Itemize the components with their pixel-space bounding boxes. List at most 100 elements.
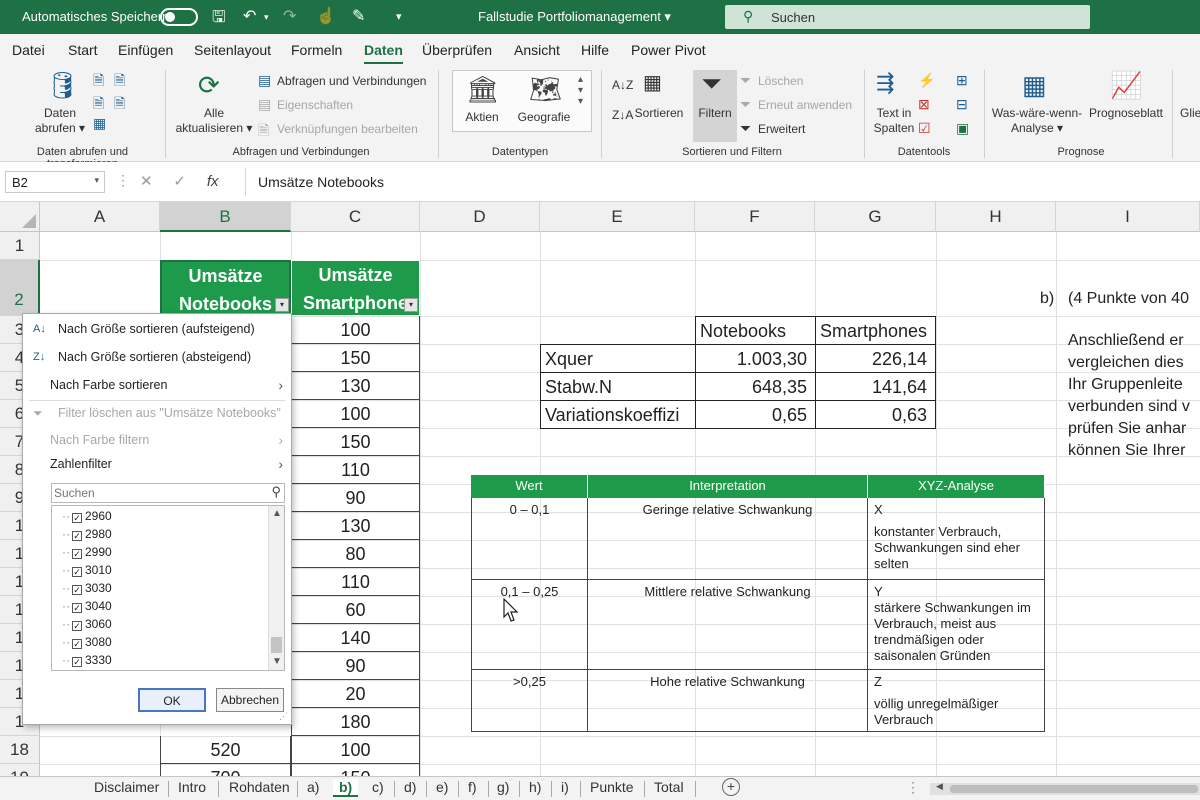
- refresh-all-button[interactable]: Alle aktualisieren ▾: [172, 106, 256, 136]
- geography-button[interactable]: Geografie: [514, 110, 574, 125]
- autosave-toggle[interactable]: [160, 8, 198, 26]
- tab-seitenlayout[interactable]: Seitenlayout: [194, 42, 271, 58]
- cell-value[interactable]: 20: [291, 680, 420, 708]
- formula-input[interactable]: Umsätze Notebooks: [258, 174, 384, 190]
- checkbox-checked-icon[interactable]: ✓: [72, 513, 82, 523]
- cell-value[interactable]: 180: [291, 708, 420, 736]
- get-data-button[interactable]: Daten abrufen ▾: [30, 106, 90, 136]
- stats-value[interactable]: 141,64: [815, 372, 936, 401]
- header-umsaetze-notebooks[interactable]: Umsätze Notebooks: [160, 260, 291, 316]
- ok-button[interactable]: OK: [138, 688, 206, 712]
- scrollbar-thumb[interactable]: [950, 785, 1198, 793]
- document-title[interactable]: Fallstudie Portfoliomanagement ▾: [478, 9, 671, 25]
- cell-value[interactable]: 80: [291, 540, 420, 568]
- checkbox-checked-icon[interactable]: ✓: [72, 639, 82, 649]
- tab-datei[interactable]: Datei: [12, 42, 45, 58]
- checkbox-checked-icon[interactable]: ✓: [72, 567, 82, 577]
- horizontal-scrollbar[interactable]: ◀: [930, 781, 1200, 795]
- column-header-h[interactable]: H: [936, 202, 1056, 232]
- clear-filter-item[interactable]: ⏷ Filter löschen aus "Umsätze Notebooks": [23, 401, 291, 425]
- name-box[interactable]: B2 ▾: [5, 171, 105, 193]
- stats-label-variationskoeffizient[interactable]: Variationskoeffizi: [540, 400, 696, 429]
- customize-toolbar-icon[interactable]: ▾: [396, 10, 402, 23]
- filter-dropdown-notebooks[interactable]: ▾: [275, 298, 289, 312]
- redo-icon[interactable]: ↷: [283, 6, 296, 26]
- tab-ueberpruefen[interactable]: Überprüfen: [422, 42, 492, 58]
- queries-connections-button[interactable]: Abfragen und Verbindungen: [277, 74, 426, 89]
- flash-fill-icon[interactable]: ⚡: [918, 72, 935, 89]
- header-umsaetze-smartphones[interactable]: Umsätze Smartphone: [291, 260, 420, 316]
- sort-descending-item[interactable]: Z↓ Nach Größe sortieren (absteigend): [23, 345, 291, 369]
- advanced-filter-button[interactable]: Erweitert: [758, 122, 805, 137]
- what-if-analysis-button[interactable]: Was-wäre-wenn- Analyse ▾: [990, 106, 1084, 136]
- cell-value[interactable]: 150: [291, 764, 420, 776]
- sort-button[interactable]: Sortieren: [634, 106, 684, 121]
- cell-value[interactable]: 110: [291, 568, 420, 596]
- enter-icon[interactable]: ✓: [173, 173, 186, 190]
- existing-connections-icon[interactable]: ▦: [93, 115, 106, 132]
- stats-value[interactable]: 226,14: [815, 344, 936, 373]
- tab-start[interactable]: Start: [68, 42, 98, 58]
- cell-value[interactable]: 90: [291, 652, 420, 680]
- chevron-down-icon[interactable]: ▼: [272, 656, 282, 667]
- cell-value[interactable]: 100: [291, 400, 420, 428]
- sheet-tab[interactable]: Intro: [178, 779, 206, 795]
- text-to-columns-button[interactable]: Text in Spalten: [868, 106, 920, 136]
- cell-value[interactable]: 520: [160, 736, 291, 764]
- forecast-sheet-button[interactable]: Prognoseblatt: [1086, 106, 1166, 121]
- reapply-button[interactable]: Erneut anwenden: [758, 98, 852, 113]
- tab-ansicht[interactable]: Ansicht: [514, 42, 560, 58]
- column-header-a[interactable]: A: [40, 202, 160, 232]
- list-scrollbar[interactable]: ▲ ▼: [268, 506, 284, 670]
- remove-duplicates-icon[interactable]: ⊠: [918, 96, 930, 113]
- add-sheet-icon[interactable]: +: [722, 778, 740, 796]
- list-item[interactable]: ·· ✓ 2980: [62, 525, 112, 543]
- edit-links-button[interactable]: Verknüpfungen bearbeiten: [277, 122, 418, 137]
- number-filters-item[interactable]: Zahlenfilter ›: [23, 452, 291, 476]
- from-web-icon[interactable]: 🗎: [114, 70, 125, 94]
- column-header-i[interactable]: I: [1056, 202, 1200, 232]
- column-header-d[interactable]: D: [420, 202, 540, 232]
- cell-value[interactable]: 60: [291, 596, 420, 624]
- clear-filter-button[interactable]: Löschen: [758, 74, 803, 89]
- list-item[interactable]: ·· ✓ 3040: [62, 597, 112, 615]
- sheet-tab[interactable]: a): [307, 779, 319, 795]
- sheet-tab[interactable]: g): [497, 779, 509, 795]
- sheet-tab[interactable]: f): [468, 779, 477, 795]
- row-header[interactable]: 1: [0, 232, 40, 260]
- sheet-tab[interactable]: i): [561, 779, 569, 795]
- cell-value[interactable]: 140: [291, 624, 420, 652]
- chevron-left-icon[interactable]: ◀: [936, 781, 943, 792]
- from-table-icon[interactable]: 🗎: [93, 93, 104, 117]
- checkbox-checked-icon[interactable]: ✓: [72, 585, 82, 595]
- stats-header-notebooks[interactable]: Notebooks: [695, 316, 816, 345]
- recent-sources-icon[interactable]: 🗎: [114, 93, 125, 117]
- cell-value[interactable]: 130: [291, 512, 420, 540]
- sheet-tab[interactable]: e): [436, 779, 448, 795]
- tab-einfuegen[interactable]: Einfügen: [118, 42, 173, 58]
- list-item[interactable]: ·· ✓ 3030: [62, 579, 112, 597]
- sheet-tab[interactable]: Disclaimer: [94, 779, 159, 795]
- cell-value[interactable]: 100: [291, 736, 420, 764]
- list-item[interactable]: ·· ✓ 2990: [62, 543, 112, 561]
- from-text-icon[interactable]: 🗎: [93, 70, 104, 94]
- sheet-tab[interactable]: Rohdaten: [229, 779, 290, 795]
- row-header[interactable]: 18: [0, 736, 40, 764]
- list-item[interactable]: ·· ✓ 2960: [62, 507, 112, 525]
- column-header-e[interactable]: E: [540, 202, 695, 232]
- properties-button[interactable]: Eigenschaften: [277, 98, 353, 113]
- tab-formeln[interactable]: Formeln: [291, 42, 342, 58]
- filter-values-list[interactable]: ·· ✓ 2960 ·· ✓ 2980 ·· ✓ 2990 ·· ✓ 3010 ·· ✓ 3030 …: [51, 505, 285, 671]
- sort-ascending-item[interactable]: A↓ Nach Größe sortieren (aufsteigend): [23, 317, 291, 341]
- undo-dropdown-icon[interactable]: ▾: [264, 12, 269, 23]
- cell-value[interactable]: 110: [291, 456, 420, 484]
- checkbox-checked-icon[interactable]: ✓: [72, 531, 82, 541]
- save-icon[interactable]: 🖫: [212, 6, 226, 33]
- column-header-c[interactable]: C: [291, 202, 420, 232]
- sort-za-icon[interactable]: Z↓A: [612, 108, 633, 122]
- filter-search-input[interactable]: Suchen ⚲: [51, 483, 285, 503]
- tab-power-pivot[interactable]: Power Pivot: [631, 42, 706, 58]
- data-model-icon[interactable]: ▣: [956, 120, 969, 137]
- fx-icon[interactable]: fx: [207, 173, 219, 190]
- filter-button[interactable]: Filtern: [693, 106, 737, 121]
